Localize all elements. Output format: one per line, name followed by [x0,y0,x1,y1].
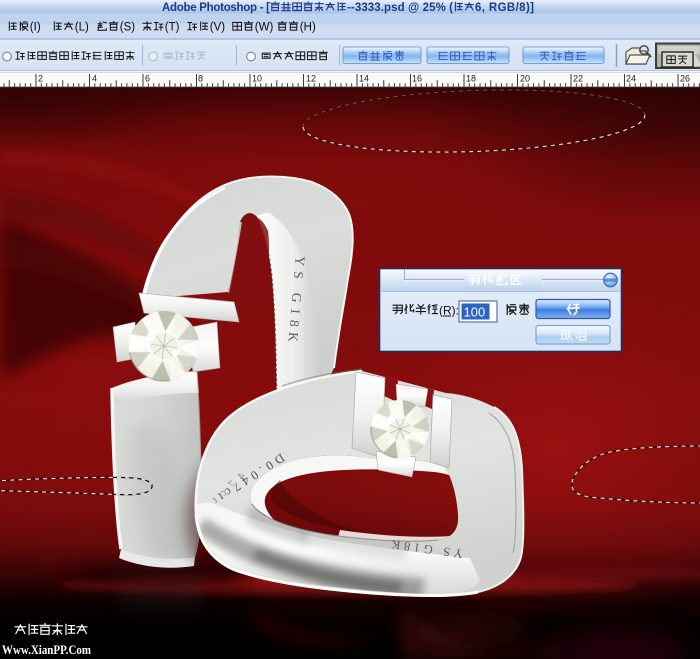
svg-text:14: 14 [359,74,369,84]
svg-text:4: 4 [92,74,97,84]
svg-text:20: 20 [520,74,530,84]
svg-text:24: 24 [626,74,636,84]
svg-text:6: 6 [145,74,150,84]
svg-text:2: 2 [38,74,43,84]
svg-text:(R):: (R): [439,304,459,318]
svg-text:Www.XianPP.Com: Www.XianPP.Com [2,642,91,657]
svg-text:8: 8 [198,74,203,84]
svg-text:22: 22 [573,74,583,84]
svg-text:6, RGB/8)]: 6, RGB/8)] [475,2,534,14]
svg-text:12: 12 [306,74,316,84]
svg-text:(L): (L) [75,21,89,33]
svg-text:(V): (V) [210,21,225,33]
svg-text:(I): (I) [30,21,41,33]
svg-text:(W): (W) [255,21,274,33]
svg-text:18: 18 [466,74,476,84]
svg-text:10: 10 [252,74,262,84]
svg-text:(T): (T) [165,21,180,33]
svg-text:(H): (H) [300,21,316,33]
svg-text:100: 100 [464,305,486,320]
svg-text:--3333.psd @ 25% (: --3333.psd @ 25% ( [347,2,453,14]
svg-text:26: 26 [680,74,690,84]
svg-text:Adobe Photoshop - [: Adobe Photoshop - [ [162,2,270,14]
svg-text:16: 16 [412,74,422,84]
svg-text:(S): (S) [120,21,135,33]
